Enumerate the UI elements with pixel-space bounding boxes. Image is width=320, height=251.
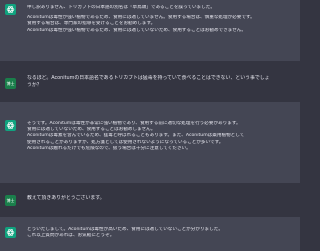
user-avatar: 博士 — [5, 78, 16, 89]
assistant-avatar — [5, 120, 16, 131]
message-line: なるほど。Aconitumの日本語名であるトリカブトは猛毒を持っていて食べること… — [27, 75, 270, 81]
message-line: Aconitumは毒性が強い植物であるため、食用には適していないため、食用するこ… — [27, 27, 246, 33]
message-line: 教えて頂きありがとうございます。 — [27, 195, 105, 201]
chat-conversation: 申し訳ありません、トリカブトの日本語の別名は「草鳥頭」であることを誤っていました… — [0, 0, 300, 251]
message-line: 申し訳ありません、トリカブトの日本語の別名は「草鳥頭」であることを誤っていました… — [27, 5, 215, 10]
message-text: どういたしまして。Aconitumは毒性が高いため、食用には適していないことが分… — [27, 227, 296, 239]
user-message: 博士 なるほど。Aconitumの日本語名であるトリカブトは猛毒を持っていて食べ… — [0, 61, 300, 102]
message-text: 申し訳ありません、トリカブトの日本語の別名は「草鳥頭」であることを誤っていました… — [27, 5, 296, 34]
message-line: これ以上質問があれば、お気軽にどうぞ。 — [27, 233, 115, 239]
user-avatar-label: 博士 — [6, 80, 15, 86]
openai-logo-icon — [6, 122, 15, 129]
assistant-avatar — [5, 4, 16, 15]
assistant-avatar — [5, 227, 16, 238]
user-avatar-label: 博士 — [6, 197, 15, 203]
message-text: そうです。Aconitumは毒性が非常に強い植物であり、食用する前に適切な処理を… — [27, 121, 296, 152]
assistant-message: 申し訳ありません、トリカブトの日本語の別名は「草鳥頭」であることを誤っていました… — [0, 0, 300, 61]
message-line: Aconitumは触れるだけでも危険なので、扱う場合は十分に注意してください。 — [27, 145, 191, 151]
assistant-message: どういたしまして。Aconitumは毒性が高いため、食用には適していないことが分… — [0, 217, 300, 251]
openai-logo-icon — [6, 6, 15, 13]
message-text: なるほど。Aconitumの日本語名であるトリカブトは猛毒を持っていて食べること… — [27, 75, 296, 89]
assistant-message: そうです。Aconitumは毒性が非常に強い植物であり、食用する前に適切な処理を… — [0, 102, 300, 183]
user-message: 博士 教えて頂きありがとうございます。 — [0, 183, 300, 217]
message-line: うか？ — [27, 82, 42, 88]
message-text: 教えて頂きありがとうございます。 — [27, 195, 296, 202]
openai-logo-icon — [6, 229, 15, 236]
user-avatar: 博士 — [5, 195, 16, 206]
